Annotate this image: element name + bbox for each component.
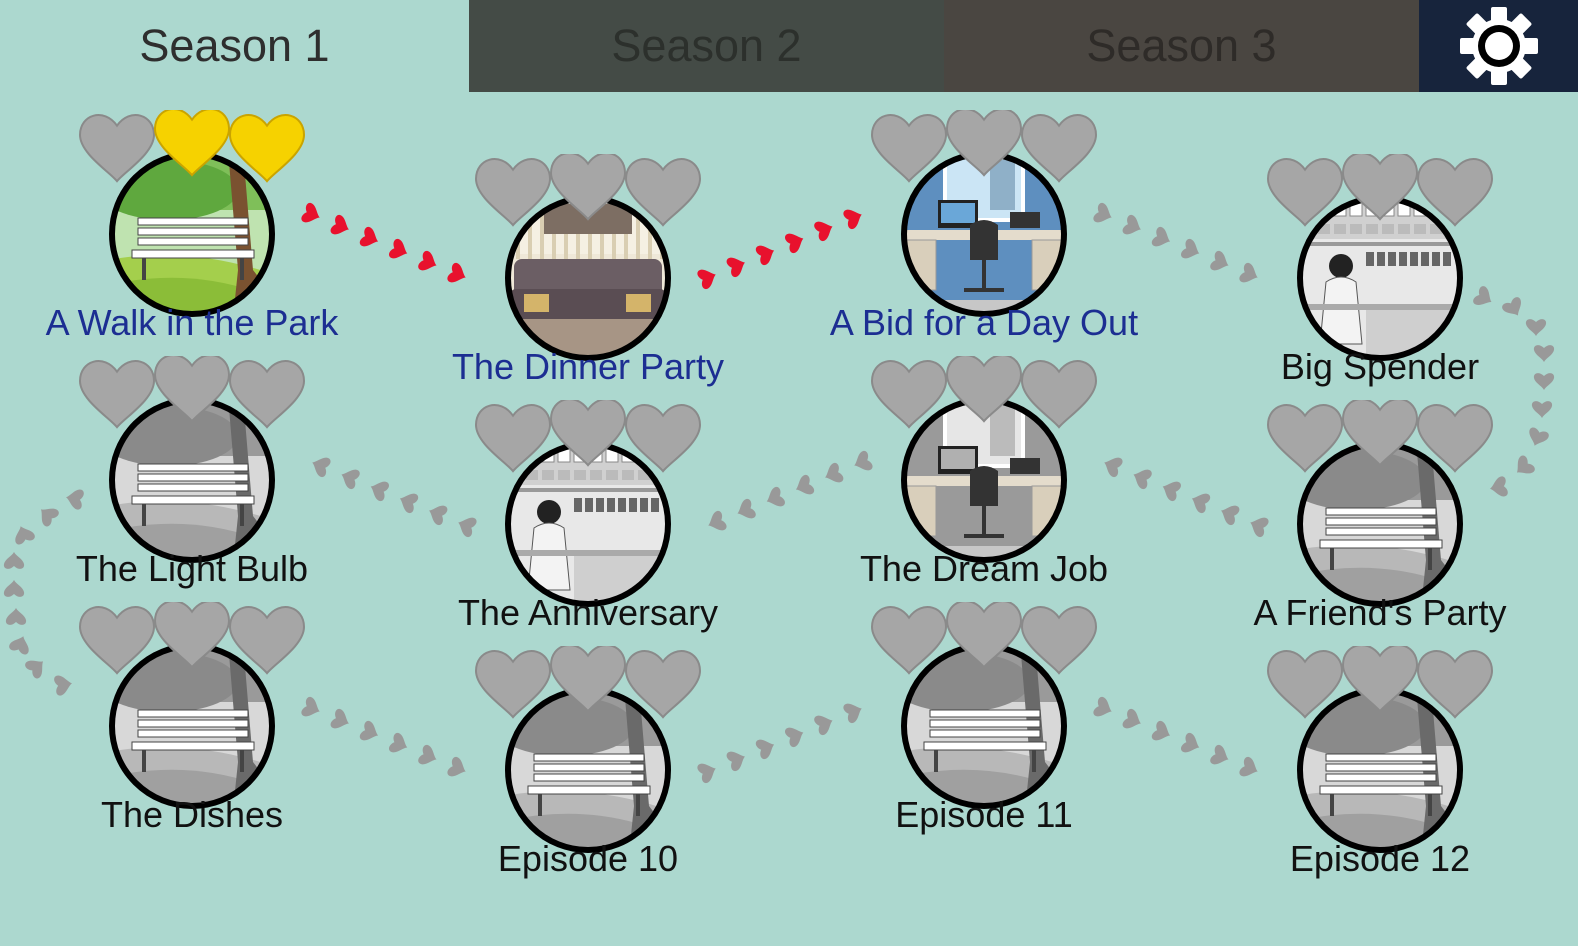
episode-title: Episode 12 xyxy=(1289,838,1471,879)
rating-hearts xyxy=(78,602,306,675)
episode-title: The Dinner Party xyxy=(451,346,725,387)
heart-filled-icon xyxy=(228,114,306,183)
heart-empty-icon xyxy=(1266,650,1344,719)
episode-12[interactable]: Episode 12 xyxy=(1210,646,1550,946)
heart-filled-icon xyxy=(153,110,231,177)
heart-empty-icon xyxy=(474,158,552,227)
path-heart-icon xyxy=(387,731,412,757)
rating-hearts xyxy=(1266,154,1494,227)
episode-title: Episode 10 xyxy=(497,838,679,879)
heart-empty-icon xyxy=(228,360,306,429)
rating-hearts xyxy=(870,356,1098,429)
path-heart-icon xyxy=(783,723,808,749)
path-heart-icon xyxy=(792,473,816,499)
path-heart-icon xyxy=(1158,477,1183,503)
path-heart-icon xyxy=(754,241,778,267)
heart-empty-icon xyxy=(870,114,948,183)
gear-icon xyxy=(1459,7,1538,85)
heart-empty-icon xyxy=(549,646,627,713)
path-heart-icon xyxy=(1150,719,1174,745)
episode-title: A Bid for a Day Out xyxy=(829,302,1139,343)
path-heart-icon xyxy=(1150,225,1174,251)
heart-empty-icon xyxy=(945,110,1023,177)
episode-title: A Walk in the Park xyxy=(45,302,339,343)
heart-empty-icon xyxy=(1341,646,1419,713)
episode-title: A Friend's Party xyxy=(1253,592,1507,633)
path-heart-icon xyxy=(1179,237,1204,263)
episode-title: The Dishes xyxy=(100,794,284,835)
heart-empty-icon xyxy=(1416,158,1494,227)
heart-empty-icon xyxy=(153,356,231,423)
episode-11[interactable]: Episode 11 xyxy=(814,602,1154,902)
path-heart-icon xyxy=(783,229,808,255)
season-tabs: Season 1 Season 2 Season 3 xyxy=(0,0,1578,92)
heart-empty-icon xyxy=(549,400,627,467)
rating-hearts xyxy=(78,110,306,183)
episode-title: The Light Bulb xyxy=(75,548,309,589)
episode-title: The Anniversary xyxy=(457,592,719,633)
rating-hearts xyxy=(474,646,702,719)
heart-empty-icon xyxy=(1341,154,1419,221)
rating-hearts xyxy=(474,154,702,227)
heart-empty-icon xyxy=(78,114,156,183)
tab-season-2[interactable]: Season 2 xyxy=(469,0,944,92)
path-heart-icon xyxy=(762,485,787,511)
rating-hearts xyxy=(870,110,1098,183)
heart-empty-icon xyxy=(1341,400,1419,467)
path-heart-icon xyxy=(358,719,382,745)
tab-season-3[interactable]: Season 3 xyxy=(944,0,1419,92)
path-heart-icon xyxy=(366,477,391,503)
heart-empty-icon xyxy=(624,404,702,473)
path-heart-icon xyxy=(358,225,382,251)
heart-empty-icon xyxy=(1020,114,1098,183)
path-heart-icon xyxy=(387,237,412,263)
episode-title: Big Spender xyxy=(1280,346,1480,387)
rating-hearts xyxy=(870,602,1098,675)
heart-empty-icon xyxy=(549,154,627,221)
rating-hearts xyxy=(474,400,702,473)
path-heart-icon xyxy=(754,735,778,761)
heart-empty-icon xyxy=(1416,404,1494,473)
settings-button[interactable] xyxy=(1419,0,1578,92)
heart-empty-icon xyxy=(78,606,156,675)
episode-title: The Dream Job xyxy=(859,548,1109,589)
episode-9[interactable]: The Dishes xyxy=(22,602,362,902)
heart-empty-icon xyxy=(870,360,948,429)
heart-empty-icon xyxy=(474,650,552,719)
rating-hearts xyxy=(1266,400,1494,473)
path-heart-icon xyxy=(396,489,420,515)
heart-empty-icon xyxy=(1416,650,1494,719)
heart-empty-icon xyxy=(1020,360,1098,429)
tab-season-1[interactable]: Season 1 xyxy=(0,0,469,92)
heart-empty-icon xyxy=(228,606,306,675)
heart-empty-icon xyxy=(474,404,552,473)
heart-empty-icon xyxy=(1266,158,1344,227)
heart-empty-icon xyxy=(870,606,948,675)
heart-empty-icon xyxy=(78,360,156,429)
rating-hearts xyxy=(78,356,306,429)
heart-empty-icon xyxy=(945,356,1023,423)
path-heart-icon xyxy=(1188,489,1212,515)
episode-title: Episode 11 xyxy=(895,794,1073,835)
heart-empty-icon xyxy=(624,650,702,719)
heart-empty-icon xyxy=(1266,404,1344,473)
episode-10[interactable]: Episode 10 xyxy=(418,646,758,946)
heart-empty-icon xyxy=(1020,606,1098,675)
heart-empty-icon xyxy=(153,602,231,669)
path-heart-icon xyxy=(1179,731,1204,757)
heart-empty-icon xyxy=(945,602,1023,669)
heart-empty-icon xyxy=(624,158,702,227)
rating-hearts xyxy=(1266,646,1494,719)
